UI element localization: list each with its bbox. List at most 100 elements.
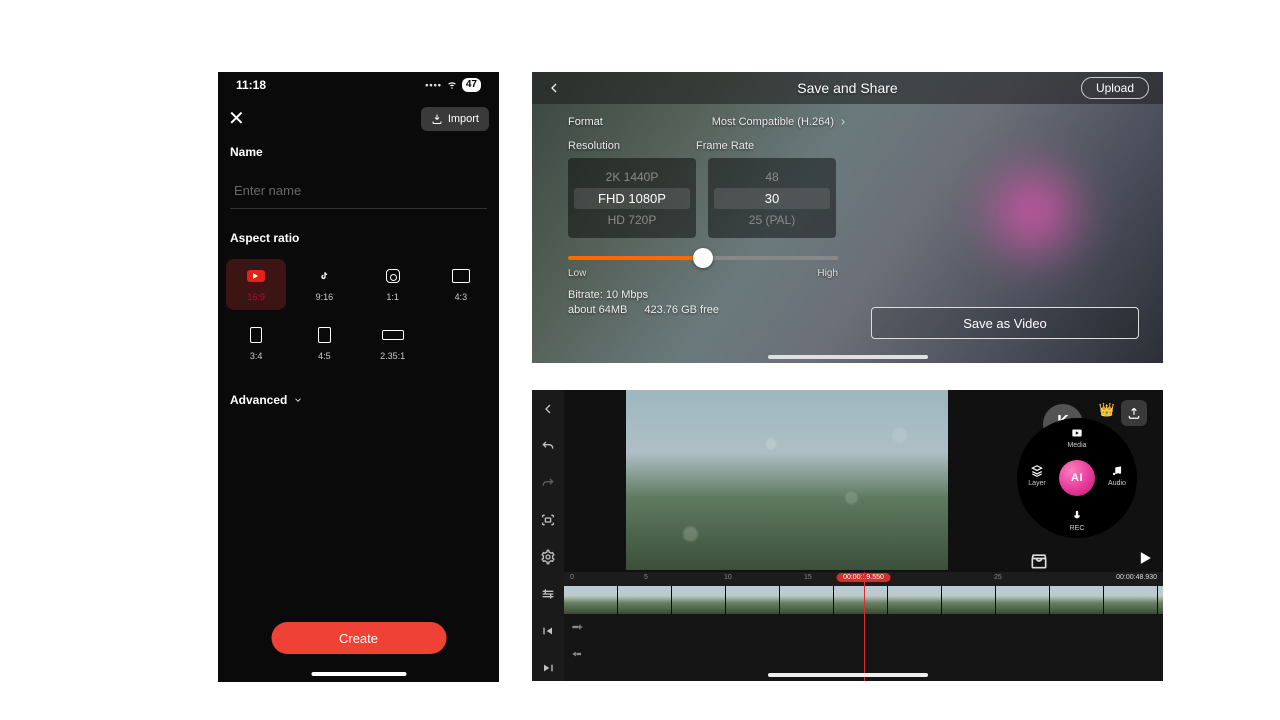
clock: 11:18	[236, 78, 266, 92]
ruler-tick: 15	[804, 574, 812, 581]
instagram-icon	[386, 267, 400, 285]
free-space: 423.76 GB free	[644, 304, 719, 316]
clip-thumb[interactable]	[672, 586, 726, 614]
clip-thumb[interactable]	[1104, 586, 1158, 614]
aspect-16-9[interactable]: 16:9	[226, 259, 286, 310]
new-project-screen: 11:18 •••• 47 ✕ Import Name Aspect ratio…	[218, 72, 499, 682]
aspect-1-1[interactable]: 1:1	[363, 259, 423, 310]
back-button[interactable]	[546, 80, 562, 101]
aspect-4-3[interactable]: 4:3	[431, 259, 491, 310]
slider-thumb[interactable]	[693, 248, 713, 268]
jump-start-button[interactable]	[532, 617, 564, 644]
status-bar: 11:18 •••• 47	[218, 72, 499, 94]
export-button[interactable]	[1121, 400, 1147, 426]
picker-option[interactable]: 48	[765, 170, 778, 184]
rect-4-5-icon	[318, 326, 331, 344]
advanced-toggle[interactable]: Advanced	[218, 379, 499, 421]
quality-slider[interactable]	[568, 256, 838, 260]
close-icon[interactable]: ✕	[228, 106, 245, 131]
save-as-video-button[interactable]: Save as Video	[871, 307, 1139, 339]
premium-crown-icon[interactable]: 👑	[1099, 402, 1115, 418]
wheel-layer-button[interactable]: Layer	[1017, 464, 1057, 487]
framerate-label: Frame Rate	[696, 140, 754, 152]
back-button[interactable]	[532, 396, 564, 423]
clip-thumb[interactable]	[996, 586, 1050, 614]
wheel-audio-button[interactable]: Audio	[1097, 464, 1137, 487]
youtube-icon	[247, 267, 265, 285]
jump-end-button[interactable]	[532, 654, 564, 681]
aspect-3-4[interactable]: 3:4	[226, 318, 286, 369]
clip-thumb[interactable]	[618, 586, 672, 614]
format-label: Format	[568, 116, 603, 128]
aspect-label: 3:4	[250, 351, 263, 361]
clip-thumb[interactable]	[726, 586, 780, 614]
wifi-icon	[446, 78, 458, 93]
picker-option[interactable]: FHD 1080P	[574, 188, 690, 209]
battery-level: 47	[462, 78, 481, 92]
timeline-options-button[interactable]	[532, 580, 564, 607]
aspect-label: 1:1	[386, 292, 399, 302]
advanced-label: Advanced	[230, 393, 287, 407]
wheel-media-button[interactable]: Media	[1057, 426, 1097, 449]
create-button[interactable]: Create	[271, 622, 446, 654]
aspect-9-16[interactable]: 9:16	[294, 259, 354, 310]
undo-button[interactable]	[532, 433, 564, 460]
import-button[interactable]: Import	[421, 107, 489, 131]
clip-thumb[interactable]	[834, 586, 888, 614]
ruler-tick: 5	[644, 574, 648, 581]
import-label: Import	[448, 113, 479, 125]
ruler-tick: 0	[570, 574, 574, 581]
clip-thumb[interactable]	[1158, 586, 1163, 614]
aspect-label: 2.35:1	[380, 351, 405, 361]
play-button[interactable]	[1135, 548, 1155, 573]
wheel-ai-button[interactable]: AI	[1059, 460, 1095, 496]
aspect-label: 4:5	[318, 351, 331, 361]
framerate-picker[interactable]: 48 30 25 (PAL)	[708, 158, 836, 238]
track-controls	[570, 620, 584, 666]
clip-thumb[interactable]	[780, 586, 834, 614]
clip-thumb[interactable]	[564, 586, 618, 614]
clip-thumb[interactable]	[942, 586, 996, 614]
wheel-rec-label: REC	[1070, 525, 1085, 532]
editor-screen: 👑 K KINEMASTER Media Layer Audio REC	[532, 390, 1163, 681]
resolution-label: Resolution	[568, 140, 620, 152]
ruler-tick: 10	[724, 574, 732, 581]
media-wheel: Media Layer Audio REC AI	[1017, 418, 1137, 538]
signal-dots-icon: ••••	[425, 80, 442, 90]
upload-button[interactable]: Upload	[1081, 77, 1149, 99]
redo-button[interactable]	[532, 470, 564, 497]
preview-viewport[interactable]	[626, 390, 948, 570]
playhead[interactable]	[864, 572, 865, 681]
quality-high-label: High	[817, 268, 838, 279]
aspect-section-header: Aspect ratio	[218, 209, 499, 249]
project-name-input[interactable]	[230, 173, 487, 209]
picker-option[interactable]: 30	[714, 188, 830, 209]
page-title: Save and Share	[797, 80, 897, 96]
format-value: Most Compatible (H.264)	[712, 116, 834, 128]
home-indicator	[768, 673, 928, 677]
insert-track-icon[interactable]	[570, 647, 584, 666]
size-text: about 64MB 423.76 GB free	[568, 304, 848, 316]
picker-option[interactable]: 25 (PAL)	[749, 213, 795, 227]
settings-button[interactable]	[532, 544, 564, 571]
quality-low-label: Low	[568, 268, 586, 279]
clip-thumb[interactable]	[888, 586, 942, 614]
clip-thumb[interactable]	[1050, 586, 1104, 614]
export-icon	[1127, 406, 1141, 420]
picker-option[interactable]: 2K 1440P	[606, 170, 659, 184]
capture-button[interactable]	[532, 507, 564, 534]
asset-store-button[interactable]	[1027, 549, 1051, 573]
picker-option[interactable]: HD 720P	[608, 213, 657, 227]
timeline[interactable]: 00:00:19.550 00:00:48.930 05101525	[564, 572, 1163, 681]
create-label: Create	[339, 631, 378, 646]
bitrate-text: Bitrate: 10 Mbps	[568, 289, 848, 301]
aspect-4-5[interactable]: 4:5	[294, 318, 354, 369]
add-track-icon[interactable]	[570, 620, 584, 639]
aspect-2-35-1[interactable]: 2.35:1	[363, 318, 423, 369]
chevron-left-icon	[546, 80, 562, 96]
wheel-rec-button[interactable]: REC	[1057, 509, 1097, 532]
format-row[interactable]: Format Most Compatible (H.264)	[568, 112, 848, 140]
aspect-ratio-grid: 16:9 9:16 1:1 4:3 3:4 4:5 2.35:1	[218, 249, 499, 379]
resolution-picker[interactable]: 2K 1440P FHD 1080P HD 720P	[568, 158, 696, 238]
aspect-label: 16:9	[247, 292, 265, 302]
